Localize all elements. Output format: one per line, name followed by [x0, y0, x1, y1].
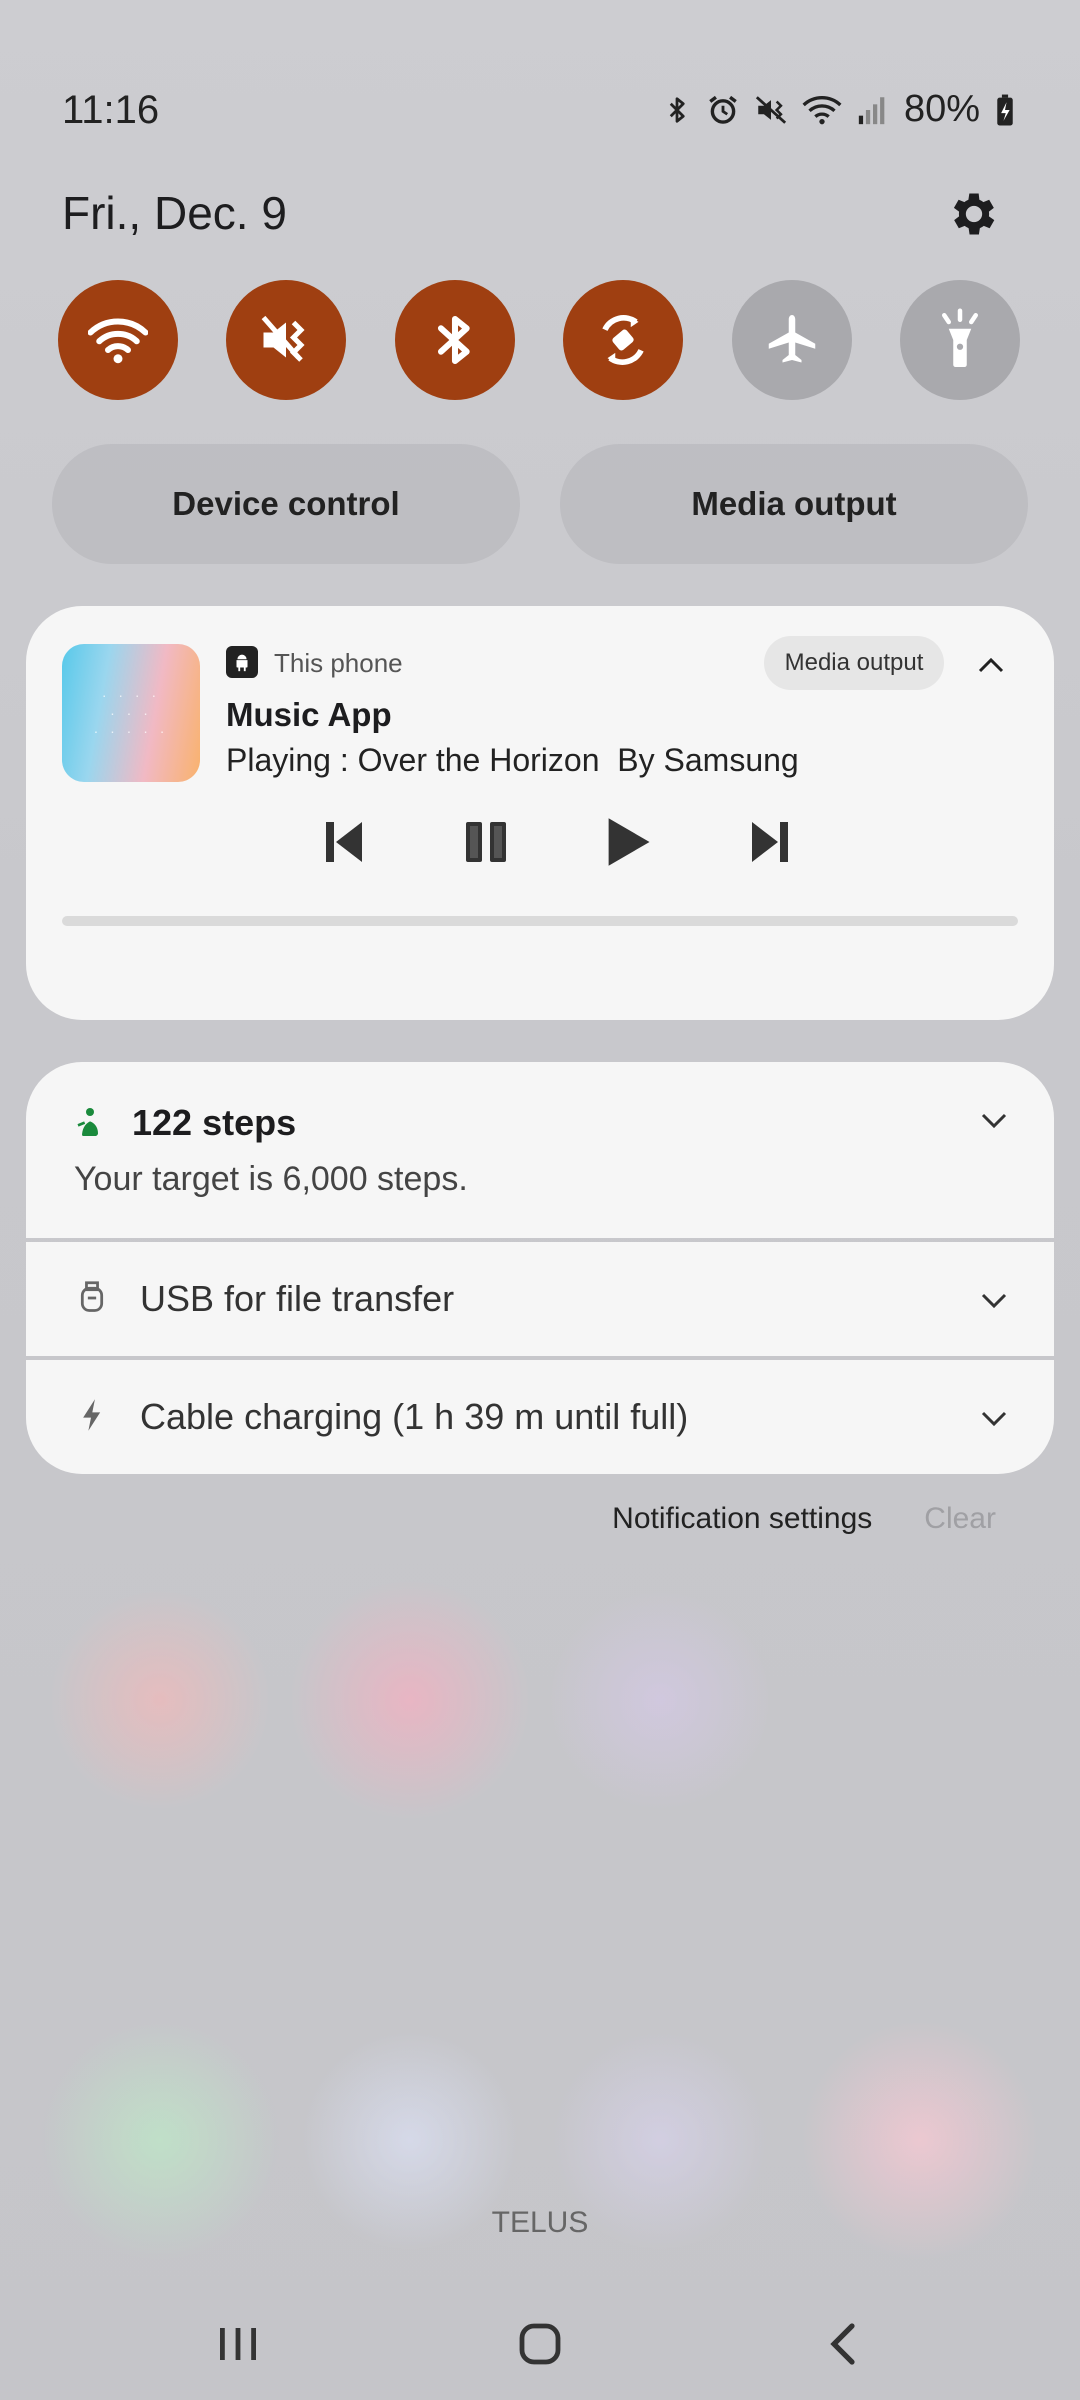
- play-icon[interactable]: [596, 810, 660, 874]
- battery-charging-icon: [994, 93, 1016, 127]
- flashlight-toggle[interactable]: [899, 280, 1020, 400]
- device-control-button[interactable]: Device control: [52, 444, 520, 564]
- recents-icon[interactable]: [208, 2314, 268, 2374]
- usb-title: USB for file transfer: [140, 1278, 455, 1319]
- android-icon: [226, 646, 258, 678]
- status-icons: 80%: [662, 88, 1016, 131]
- status-time: 11:16: [62, 88, 160, 132]
- media-source-label: This phone: [274, 648, 403, 678]
- sound-toggle[interactable]: [226, 280, 347, 400]
- alarm-icon: [706, 93, 740, 127]
- quick-actions-row: Device control Media output: [52, 444, 1028, 564]
- rotate-icon: [602, 315, 644, 365]
- airplane-icon: [768, 315, 815, 363]
- bluetooth-icon: [437, 315, 470, 365]
- auto-rotate-toggle[interactable]: [563, 280, 684, 400]
- media-controls: [312, 802, 802, 882]
- previous-icon[interactable]: [312, 810, 376, 874]
- next-icon[interactable]: [738, 810, 802, 874]
- notification-actions: Notification settings Clear: [612, 1502, 996, 1536]
- flashlight-icon: [941, 308, 978, 367]
- signal-icon: [856, 93, 890, 127]
- chevron-up-icon[interactable]: [966, 640, 1016, 690]
- chevron-down-icon[interactable]: [974, 1100, 1014, 1140]
- gear-icon[interactable]: [946, 186, 1002, 242]
- chevron-down-icon[interactable]: [974, 1280, 1014, 1320]
- wifi-icon: [802, 93, 842, 127]
- charging-title: Cable charging (1 h 39 m until full): [140, 1396, 689, 1437]
- album-art-pattern: · · · · · · · · · · · ·: [93, 687, 169, 739]
- back-icon[interactable]: [812, 2314, 872, 2374]
- airplane-toggle[interactable]: [731, 280, 852, 400]
- quick-settings-row: [58, 280, 1020, 400]
- steps-notification[interactable]: 122 steps Your target is 6,000 steps.: [26, 1062, 1054, 1238]
- walking-icon: [74, 1106, 106, 1147]
- mute-icon: [754, 93, 788, 127]
- media-player-card[interactable]: · · · · · · · · · · · · This phone Media o…: [26, 606, 1054, 1020]
- steps-title: 122 steps: [132, 1102, 297, 1143]
- date-label: Fri., Dec. 9: [62, 187, 287, 239]
- steps-subtitle: Your target is 6,000 steps.: [74, 1160, 468, 1198]
- home-icon[interactable]: [510, 2314, 570, 2374]
- media-app-name: Music App: [226, 696, 392, 733]
- bluetooth-toggle[interactable]: [394, 280, 515, 400]
- track-info: Playing : Over the Horizon By Samsung: [226, 742, 799, 778]
- media-output-button[interactable]: Media output: [560, 444, 1028, 564]
- notification-list: 122 steps Your target is 6,000 steps. US…: [26, 1062, 1054, 1474]
- battery-percent: 80%: [903, 88, 980, 130]
- usb-notification[interactable]: USB for file transfer: [26, 1242, 1054, 1356]
- charging-notification[interactable]: Cable charging (1 h 39 m until full): [26, 1360, 1054, 1474]
- chevron-down-icon[interactable]: [974, 1398, 1014, 1438]
- clear-button[interactable]: Clear: [924, 1502, 996, 1536]
- carrier-label: TELUS: [491, 2206, 589, 2239]
- wifi-toggle[interactable]: [58, 280, 178, 400]
- media-progress-bar[interactable]: [62, 916, 1018, 926]
- lightning-icon: [78, 1398, 104, 1437]
- mute-icon: [262, 315, 305, 362]
- bluetooth-icon: [662, 93, 692, 127]
- album-art[interactable]: · · · · · · · · · · · ·: [62, 644, 200, 782]
- wifi-icon: [88, 318, 148, 364]
- usb-icon: [78, 1280, 106, 1321]
- pause-icon[interactable]: [454, 810, 518, 874]
- media-output-chip[interactable]: Media output: [764, 636, 944, 690]
- navigation-bar: [0, 2300, 1080, 2380]
- notification-settings-link[interactable]: Notification settings: [612, 1502, 872, 1536]
